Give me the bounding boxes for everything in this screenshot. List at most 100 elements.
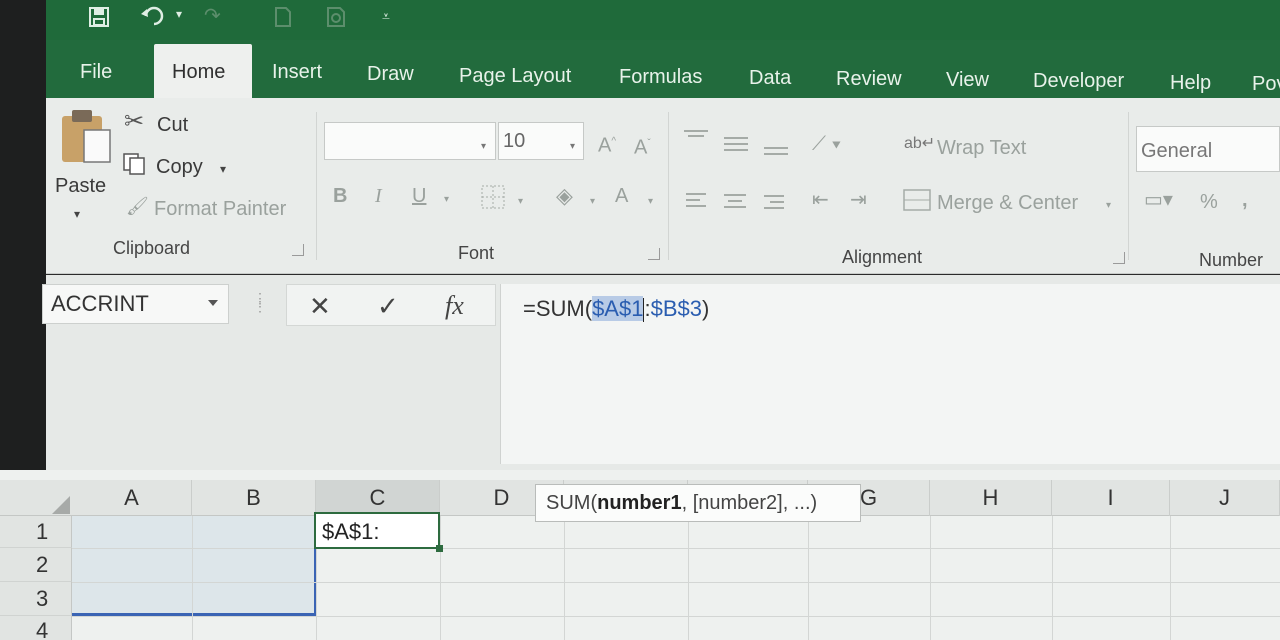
formula-prefix: =SUM( bbox=[523, 296, 593, 321]
grid-column-line bbox=[440, 516, 441, 640]
formula-bar-buttons: ✕ ✓ fx bbox=[286, 284, 496, 326]
column-header-i[interactable]: I bbox=[1052, 480, 1170, 516]
tab-insert[interactable]: Insert bbox=[272, 60, 322, 84]
row-header-1[interactable]: 1 bbox=[0, 516, 72, 548]
decrease-indent-icon[interactable]: ⇤ bbox=[812, 190, 829, 210]
merge-center-dropdown-icon[interactable]: ▾ bbox=[1106, 196, 1111, 216]
separator bbox=[1128, 112, 1129, 260]
row-header-2[interactable]: 2 bbox=[0, 548, 72, 582]
formula-ref-a: $A$1 bbox=[592, 296, 644, 321]
cut-icon: ✂ bbox=[124, 108, 145, 135]
name-box[interactable]: ACCRINT bbox=[42, 284, 229, 324]
number-format-select[interactable]: General bbox=[1136, 126, 1280, 172]
font-color-dropdown-icon[interactable]: ▾ bbox=[648, 192, 653, 212]
paste-icon[interactable] bbox=[60, 108, 114, 177]
bottom-align-icon[interactable] bbox=[762, 138, 790, 163]
number-format-value: General bbox=[1141, 140, 1213, 162]
clipboard-launcher-icon[interactable] bbox=[292, 244, 304, 256]
column-header-h[interactable]: H bbox=[930, 480, 1052, 516]
align-center-icon[interactable] bbox=[722, 191, 748, 216]
increase-indent-icon[interactable]: ⇥ bbox=[850, 190, 867, 210]
quick-access-toolbar: ▾ ↷ ⩡ bbox=[46, 0, 1280, 40]
copy-dropdown-icon[interactable]: ▾ bbox=[220, 159, 226, 179]
grid-column-line bbox=[930, 516, 931, 640]
font-name-input[interactable] bbox=[324, 122, 496, 160]
font-name-dropdown-icon[interactable]: ▾ bbox=[481, 137, 486, 157]
name-box-dropdown-icon[interactable] bbox=[208, 300, 218, 306]
tab-power[interactable]: Pov bbox=[1252, 72, 1280, 96]
underline-dropdown-icon[interactable]: ▾ bbox=[444, 190, 449, 210]
row-header-3[interactable]: 3 bbox=[0, 582, 72, 616]
percent-style-button[interactable]: % bbox=[1200, 190, 1218, 214]
align-right-icon[interactable] bbox=[760, 192, 786, 217]
wrap-text-button[interactable]: Wrap Text bbox=[937, 136, 1026, 160]
tab-draw[interactable]: Draw bbox=[367, 62, 414, 86]
formula-input[interactable]: =SUM($A$1:$B$3) bbox=[500, 284, 1280, 464]
tab-developer[interactable]: Developer bbox=[1033, 69, 1124, 93]
font-launcher-icon[interactable] bbox=[648, 248, 660, 260]
bold-button[interactable]: B bbox=[333, 184, 347, 208]
comma-style-button[interactable]: , bbox=[1242, 188, 1248, 212]
active-cell-c1[interactable]: $A$1: bbox=[314, 512, 440, 549]
tab-review[interactable]: Review bbox=[836, 67, 902, 91]
formula-bar-grip-icon[interactable]: ⋮ ⋮ bbox=[253, 291, 267, 313]
paste-dropdown-icon[interactable]: ▾ bbox=[74, 204, 80, 224]
print-preview-icon[interactable] bbox=[326, 6, 348, 32]
column-header-c[interactable]: C bbox=[316, 480, 440, 516]
redo-icon[interactable]: ↷ bbox=[204, 6, 221, 26]
cut-button[interactable]: Cut bbox=[157, 113, 188, 137]
paste-button[interactable]: Paste bbox=[55, 174, 106, 198]
tooltip-function-name: SUM( bbox=[546, 492, 598, 514]
fill-color-icon[interactable]: ◈ bbox=[556, 185, 573, 207]
save-icon[interactable] bbox=[88, 6, 110, 32]
insert-function-button[interactable]: fx bbox=[445, 291, 464, 321]
column-header-a[interactable]: A bbox=[72, 480, 192, 516]
tab-help[interactable]: Help bbox=[1170, 71, 1211, 95]
tab-data[interactable]: Data bbox=[749, 66, 791, 90]
clipboard-group-label: Clipboard bbox=[113, 238, 191, 258]
row-header-4[interactable]: 4 bbox=[0, 616, 72, 640]
borders-dropdown-icon[interactable]: ▾ bbox=[518, 192, 523, 212]
top-align-icon[interactable] bbox=[682, 128, 710, 153]
middle-align-icon[interactable] bbox=[722, 134, 750, 159]
tooltip-current-arg: number1 bbox=[597, 492, 682, 514]
format-painter-button[interactable]: Format Painter bbox=[154, 197, 286, 221]
customize-qat-icon[interactable]: ⩡ bbox=[382, 6, 390, 26]
grid-row-line bbox=[72, 582, 1280, 583]
orientation-icon[interactable]: ⟋ ▾ bbox=[812, 134, 841, 154]
name-box-value: ACCRINT bbox=[51, 291, 149, 316]
accounting-format-icon[interactable]: ▭▾ bbox=[1144, 190, 1173, 210]
font-size-dropdown-icon[interactable]: ▾ bbox=[570, 137, 575, 157]
italic-button[interactable]: I bbox=[375, 184, 382, 208]
tab-formulas[interactable]: Formulas bbox=[619, 65, 702, 89]
underline-button[interactable]: U bbox=[412, 184, 426, 208]
copy-button[interactable]: Copy bbox=[156, 155, 203, 179]
formula-ref-b: $B$3 bbox=[650, 296, 702, 321]
ribbon-tabs: File Home Insert Draw Page Layout Formul… bbox=[46, 40, 1280, 102]
merge-center-button[interactable]: Merge & Center bbox=[937, 191, 1078, 215]
font-color-button[interactable]: A bbox=[615, 184, 628, 208]
new-icon[interactable] bbox=[274, 6, 292, 32]
column-header-b[interactable]: B bbox=[192, 480, 316, 516]
tab-page-layout[interactable]: Page Layout bbox=[459, 64, 571, 88]
increase-font-size-icon[interactable]: A^ bbox=[598, 132, 616, 156]
tab-file[interactable]: File bbox=[80, 60, 112, 84]
cancel-entry-button[interactable]: ✕ bbox=[309, 291, 331, 322]
format-painter-icon: 🖌 bbox=[126, 196, 149, 216]
align-left-icon[interactable] bbox=[684, 190, 710, 215]
separator bbox=[668, 112, 669, 260]
decrease-font-size-icon[interactable]: Aˇ bbox=[634, 134, 651, 158]
undo-icon[interactable] bbox=[140, 6, 168, 32]
tab-home[interactable]: Home bbox=[154, 44, 252, 102]
borders-icon[interactable] bbox=[480, 184, 508, 215]
enter-entry-button[interactable]: ✓ bbox=[377, 291, 399, 322]
undo-dropdown-icon[interactable]: ▾ bbox=[176, 4, 182, 24]
column-header-j[interactable]: J bbox=[1170, 480, 1280, 516]
tab-view[interactable]: View bbox=[946, 68, 989, 92]
fill-color-dropdown-icon[interactable]: ▾ bbox=[590, 192, 595, 212]
alignment-launcher-icon[interactable] bbox=[1113, 252, 1125, 264]
fill-handle[interactable] bbox=[436, 545, 443, 552]
select-all-icon[interactable] bbox=[52, 496, 70, 514]
copy-icon bbox=[122, 152, 148, 181]
function-tooltip[interactable]: SUM(number1, [number2], ...) bbox=[535, 484, 861, 522]
